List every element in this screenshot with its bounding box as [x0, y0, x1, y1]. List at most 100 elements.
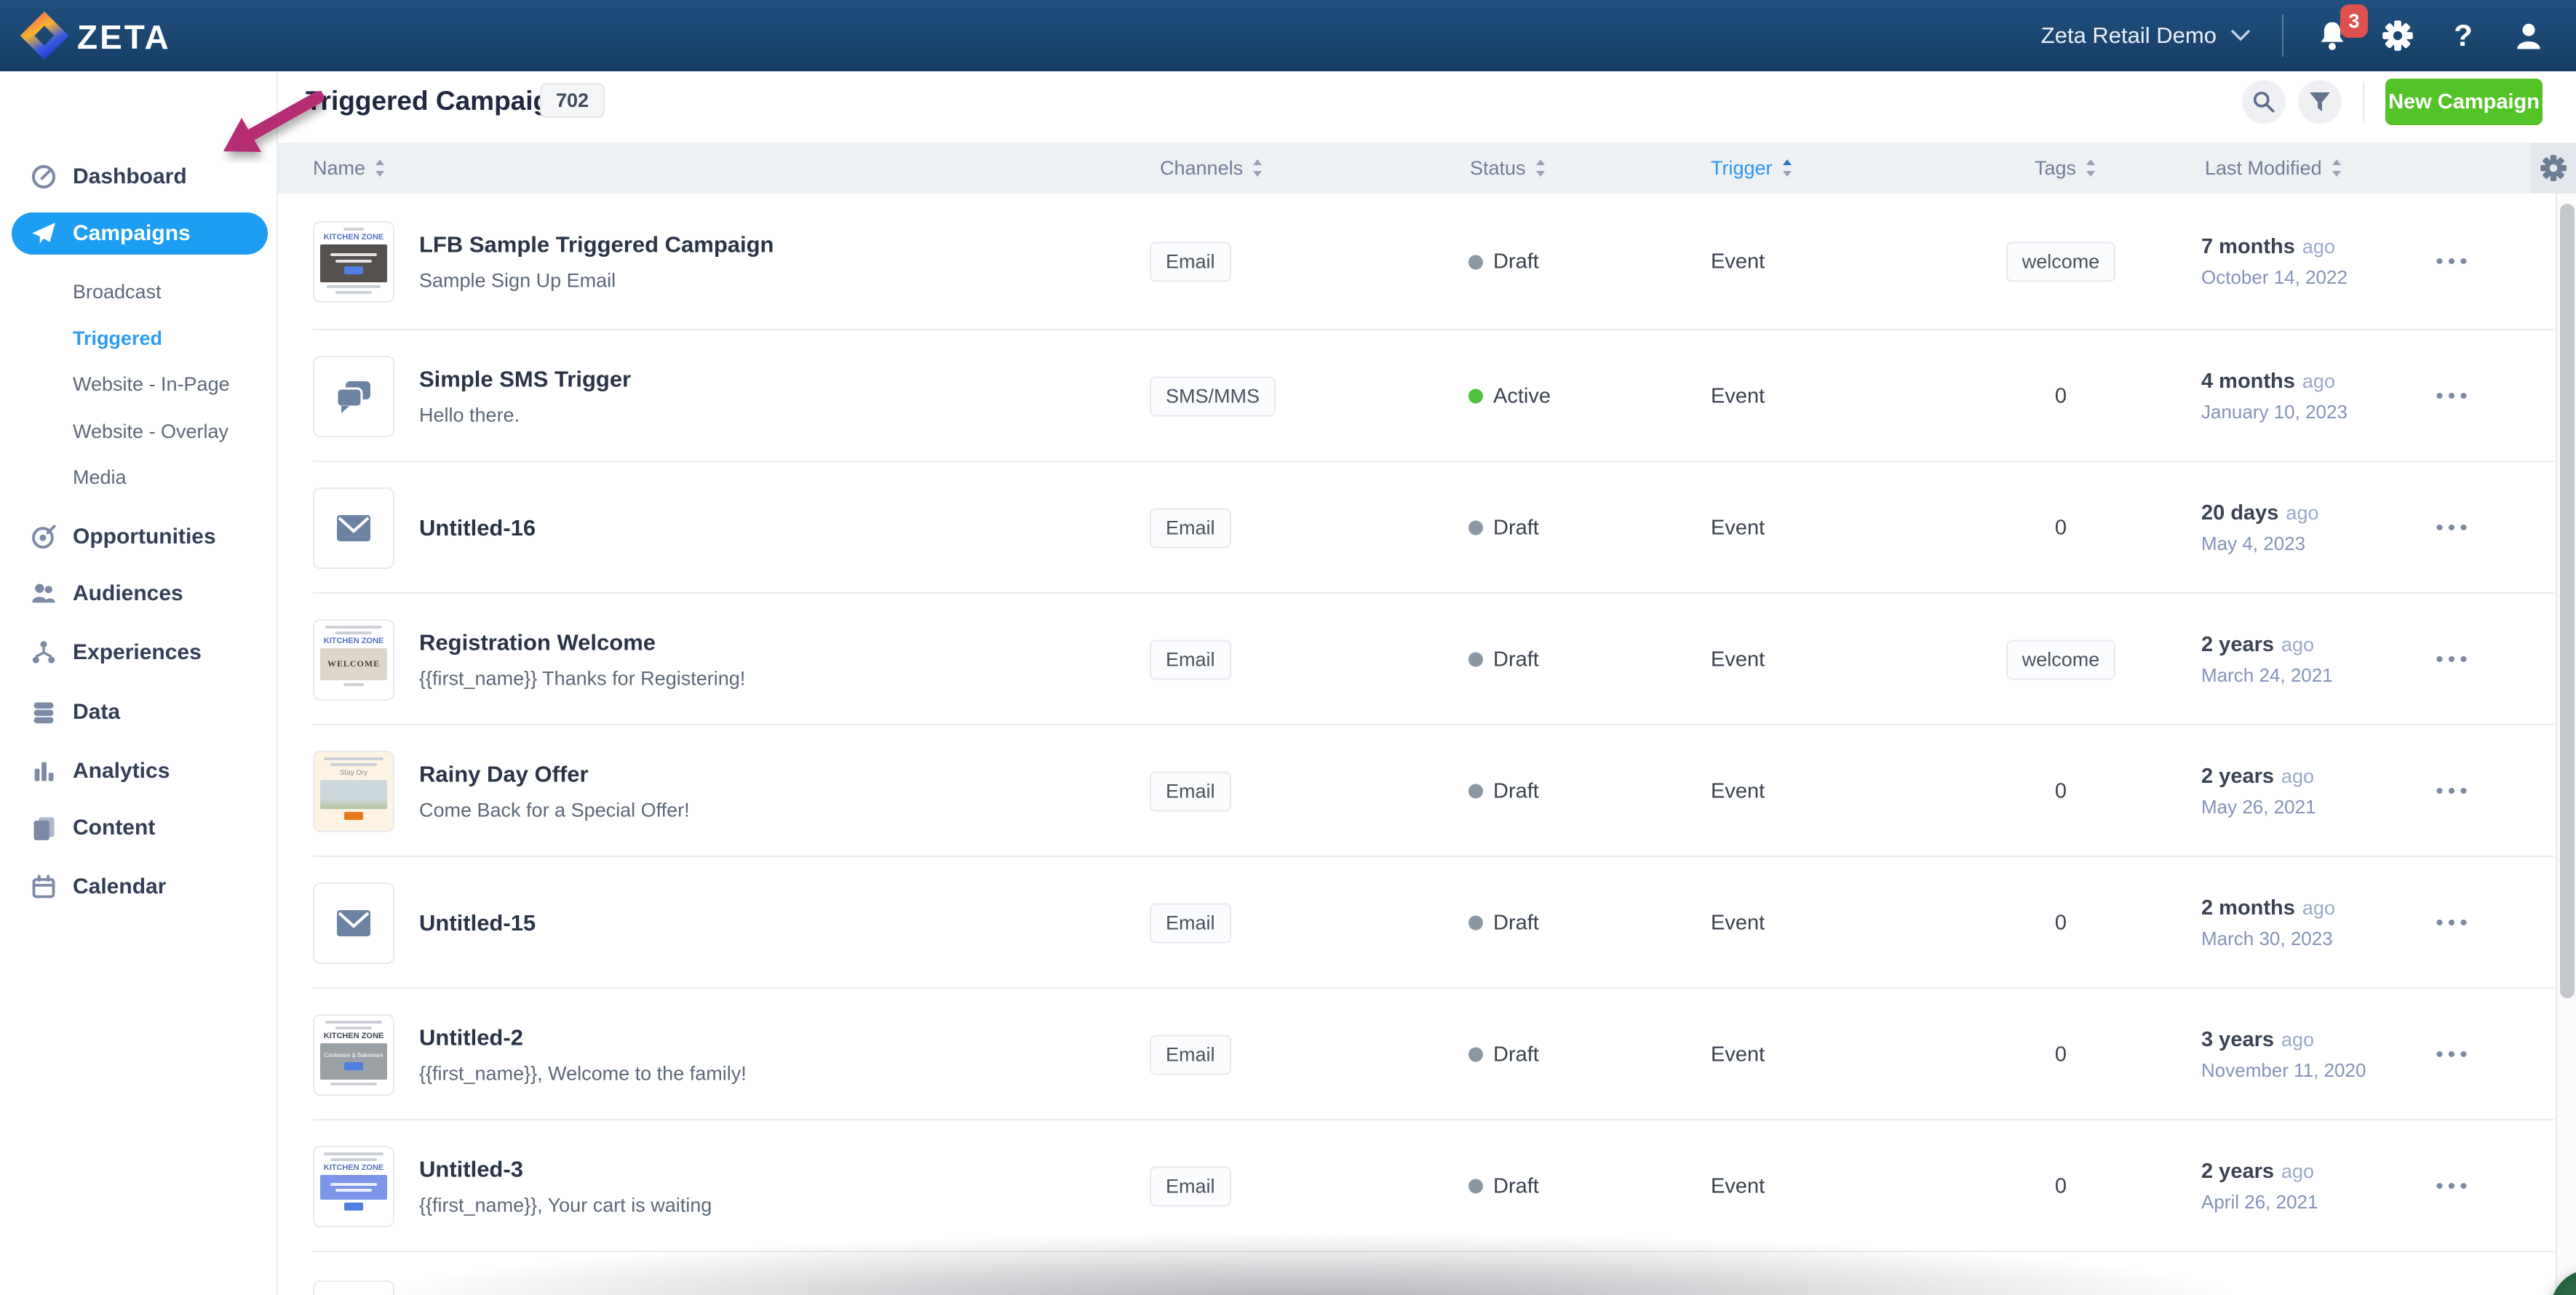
trigger-label: Event	[1711, 779, 1765, 803]
campaign-name: Simple SMS Trigger	[419, 366, 631, 392]
table-row[interactable]: KITCHEN ZONEUntitled-3{{first_name}}, Yo…	[278, 1120, 2576, 1252]
scrollbar-track[interactable]	[2556, 194, 2576, 1295]
campaign-subtitle: Hello there.	[419, 404, 631, 426]
new-campaign-button[interactable]: New Campaign	[2385, 79, 2543, 125]
table-row[interactable]: KITCHEN ZONEWELCOMERegistration Welcome{…	[278, 594, 2576, 725]
table-row[interactable]: KITCHEN ZONELFB Sample Triggered Campaig…	[278, 194, 2576, 330]
column-header-trigger[interactable]: Trigger	[1711, 143, 1793, 194]
last-modified-cell: 4 monthsagoJanuary 10, 2023	[2201, 370, 2348, 423]
sort-icon	[2085, 158, 2096, 178]
sidebar-item-audiences[interactable]: Audiences	[0, 573, 278, 615]
row-actions-button[interactable]: •••	[2410, 911, 2497, 936]
campaign-name: Untitled-2	[419, 1024, 747, 1051]
header-divider	[2363, 81, 2364, 122]
status-label: Draft	[1493, 648, 1539, 672]
bar-chart-icon	[31, 758, 57, 784]
sidebar-item-content[interactable]: Content	[0, 807, 278, 849]
modified-relative: 2 months	[2201, 896, 2295, 920]
sidebar-subitem-website-overlay[interactable]: Website - Overlay	[0, 413, 278, 450]
sidebar-subitem-broadcast[interactable]: Broadcast	[0, 274, 278, 310]
brand-wordmark: ZETA	[77, 17, 171, 57]
campaign-thumbnail	[313, 882, 394, 964]
sidebar-subitem-media[interactable]: Media	[0, 459, 278, 495]
column-settings-button[interactable]	[2531, 143, 2576, 194]
campaign-name: Untitled-16	[419, 515, 536, 541]
email-icon	[335, 907, 372, 939]
last-modified-cell: 2 yearsagoApril 26, 2021	[2201, 1160, 2318, 1214]
status-dot	[1468, 255, 1483, 269]
filter-icon	[2308, 91, 2331, 113]
tag-badge: welcome	[2006, 242, 2116, 282]
campaign-name: Untitled-15	[419, 910, 536, 936]
channel-badge: Email	[1150, 1035, 1231, 1075]
status-label: Draft	[1493, 1043, 1539, 1067]
modified-suffix: ago	[2281, 1029, 2314, 1051]
sidebar-item-campaigns[interactable]: Campaigns	[12, 212, 268, 255]
row-actions-button[interactable]: •••	[2410, 384, 2497, 409]
status-dot	[1468, 521, 1483, 535]
table-row[interactable]: SMS Message	[278, 1252, 2576, 1295]
modified-suffix: ago	[2302, 897, 2335, 919]
row-actions-button[interactable]: •••	[2410, 1174, 2497, 1199]
column-header-status[interactable]: Status	[1470, 143, 1546, 194]
flow-icon	[31, 639, 57, 666]
table-row[interactable]: KITCHEN ZONECookware & Bakeware Untitled-…	[278, 989, 2576, 1120]
email-icon	[335, 512, 372, 544]
user-icon	[2513, 20, 2544, 51]
table-row[interactable]: Simple SMS TriggerHello there.SMS/MMSAct…	[278, 330, 2576, 462]
table-row[interactable]: Untitled-16EmailDraftEvent020 daysagoMay…	[278, 462, 2576, 594]
modified-suffix: ago	[2302, 370, 2335, 392]
campaign-thumbnail	[313, 487, 394, 569]
modified-suffix: ago	[2281, 1160, 2314, 1182]
status-label: Draft	[1493, 911, 1539, 935]
zeta-logo-icon	[17, 9, 71, 63]
help-button[interactable]: ?	[2446, 19, 2480, 52]
sidebar-item-experiences[interactable]: Experiences	[0, 631, 278, 674]
modified-relative: 7 months	[2201, 235, 2295, 258]
gear-icon	[2382, 20, 2414, 52]
filter-button[interactable]	[2298, 80, 2342, 124]
modified-suffix: ago	[2281, 634, 2314, 656]
status-label: Draft	[1493, 250, 1539, 274]
sidebar-item-opportunities[interactable]: Opportunities	[0, 516, 278, 558]
workspace-selector[interactable]: Zeta Retail Demo	[2041, 23, 2250, 49]
sidebar-item-data[interactable]: Data	[0, 691, 278, 733]
sidebar-subitem-website-in-page[interactable]: Website - In-Page	[0, 366, 278, 402]
scrollbar-thumb[interactable]	[2560, 204, 2575, 998]
sidebar-item-calendar[interactable]: Calendar	[0, 866, 278, 908]
topbar-divider	[2282, 15, 2283, 57]
row-actions-button[interactable]: •••	[2410, 648, 2497, 672]
settings-button[interactable]	[2381, 19, 2414, 52]
trigger-label: Event	[1711, 1174, 1765, 1198]
trigger-label: Event	[1711, 250, 1765, 274]
sidebar-item-dashboard[interactable]: Dashboard	[0, 156, 278, 198]
row-actions-button[interactable]: •••	[2410, 250, 2497, 274]
table-row[interactable]: Untitled-15EmailDraftEvent02 monthsagoMa…	[278, 857, 2576, 989]
campaign-thumbnail: KITCHEN ZONEWELCOME	[313, 619, 394, 701]
column-header-last-modified[interactable]: Last Modified	[2205, 143, 2342, 194]
sort-icon	[1535, 158, 1546, 178]
status-dot	[1468, 916, 1483, 931]
column-header-name[interactable]: Name	[313, 143, 386, 194]
status-dot	[1468, 1179, 1483, 1194]
column-header-channels[interactable]: Channels	[1160, 143, 1263, 194]
campaign-thumbnail: KITCHEN ZONECookware & Bakeware	[313, 1014, 394, 1096]
search-button[interactable]	[2242, 80, 2286, 124]
status-label: Active	[1493, 384, 1551, 408]
channel-badge: Email	[1150, 903, 1231, 943]
account-button[interactable]	[2512, 19, 2545, 52]
notifications-button[interactable]: 3	[2315, 19, 2349, 52]
question-mark-icon: ?	[2454, 18, 2473, 53]
column-header-tags[interactable]: Tags	[2035, 143, 2096, 194]
modified-date: January 10, 2023	[2201, 401, 2348, 423]
table-row[interactable]: Stay DryRainy Day OfferCome Back for a S…	[278, 725, 2576, 857]
row-actions-button[interactable]: •••	[2410, 779, 2497, 804]
campaign-name: Untitled-3	[419, 1156, 712, 1182]
row-actions-button[interactable]: •••	[2410, 516, 2497, 541]
row-actions-button[interactable]: •••	[2410, 1043, 2497, 1067]
sidebar-subitem-triggered[interactable]: Triggered	[0, 320, 278, 356]
notification-count-badge: 3	[2340, 4, 2368, 38]
sidebar-item-analytics[interactable]: Analytics	[0, 750, 278, 792]
sort-icon	[1252, 158, 1263, 178]
trigger-label: Event	[1711, 516, 1765, 540]
